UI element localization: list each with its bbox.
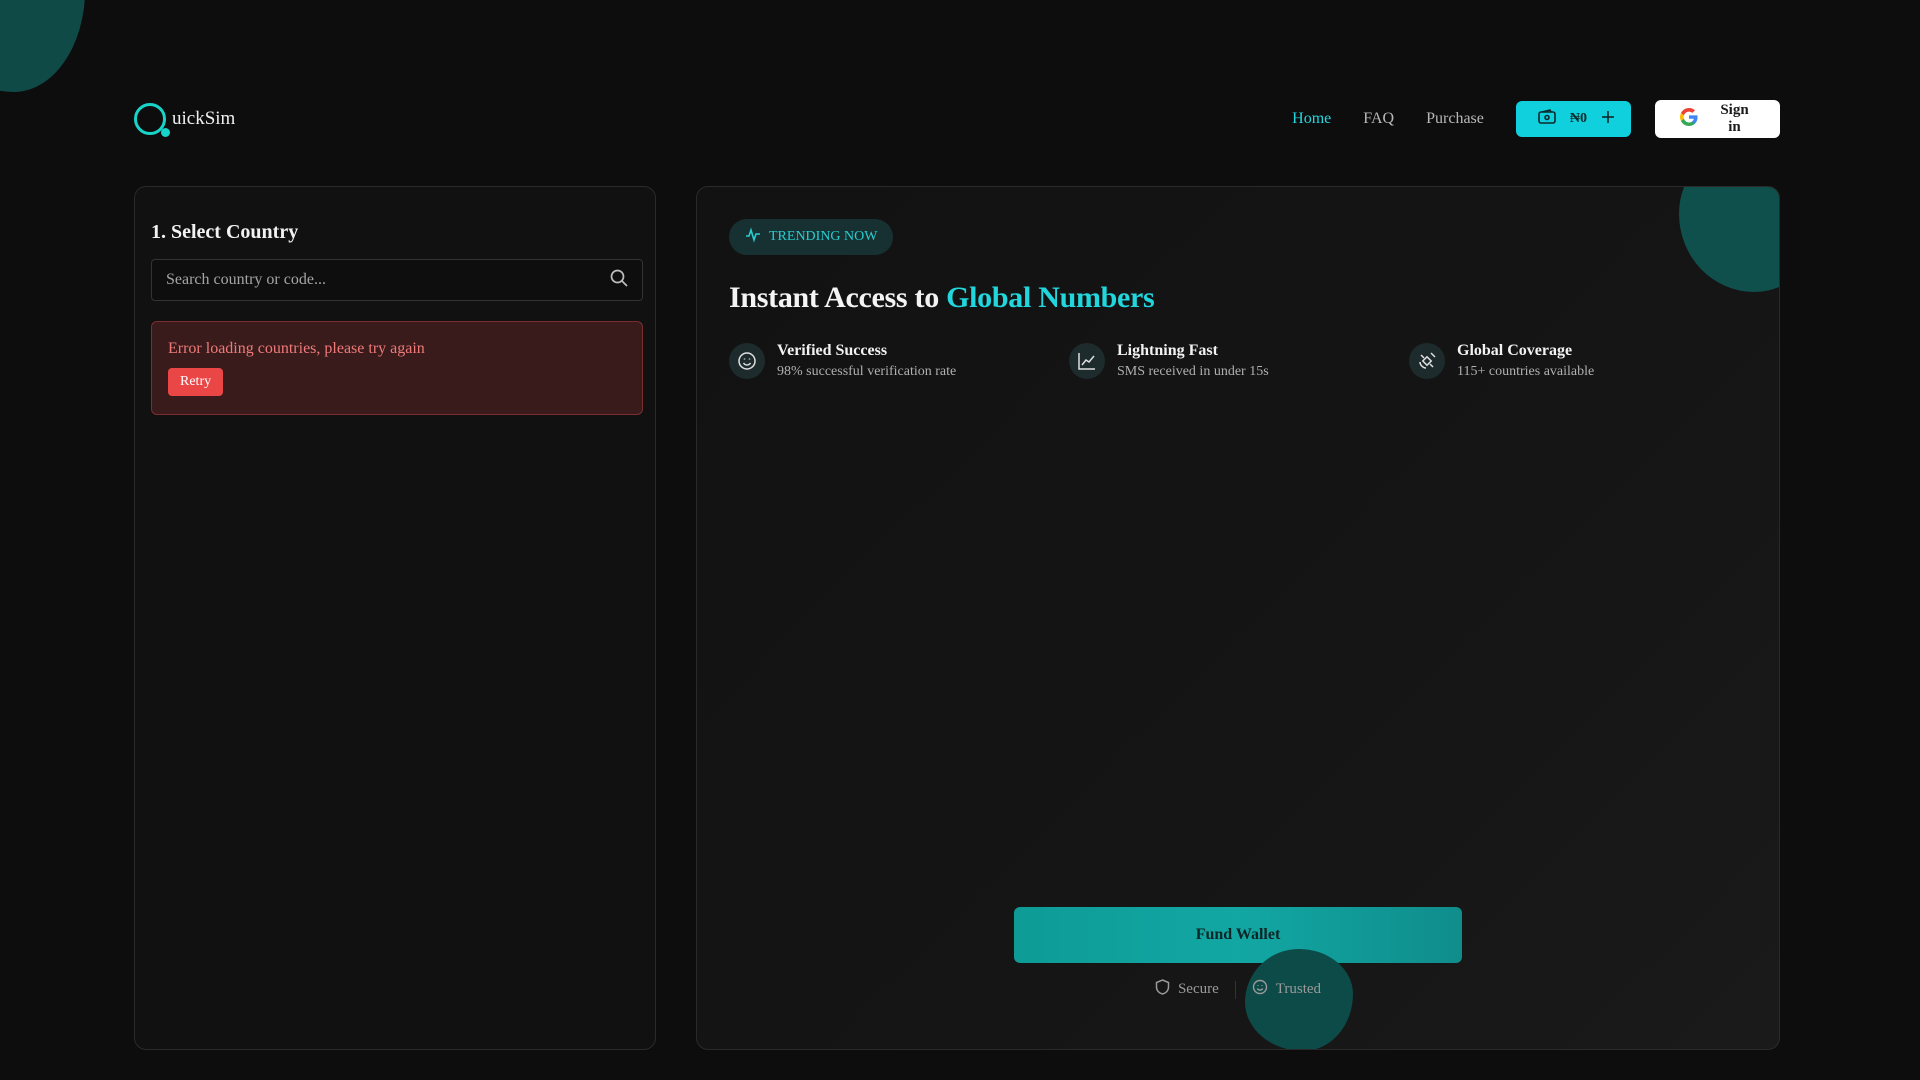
activity-icon xyxy=(745,226,761,248)
headline-accent: Global Numbers xyxy=(946,281,1155,314)
shield-icon xyxy=(1155,979,1170,1000)
nav-home[interactable]: Home xyxy=(1292,110,1331,128)
smile-icon xyxy=(1252,979,1268,1000)
decorative-blob xyxy=(1679,187,1779,292)
section-title: 1. Select Country xyxy=(151,221,299,243)
feature-title: Global Coverage xyxy=(1457,342,1573,359)
headline-prefix: Instant Access to xyxy=(729,281,947,314)
wallet-button[interactable]: ₦0 xyxy=(1515,101,1631,137)
chart-line-icon xyxy=(1069,343,1105,379)
satellite-icon xyxy=(1409,343,1445,379)
feature-desc: 98% successful verification rate xyxy=(777,364,957,379)
page: uickSim Home FAQ Purchase ₦0 Sign in 1. … xyxy=(0,0,1920,1080)
error-message: Error loading countries, please try agai… xyxy=(168,340,425,357)
fund-wallet-button[interactable]: Fund Wallet xyxy=(1014,907,1462,963)
trust-badges: Secure Trusted xyxy=(697,979,1779,1000)
country-search xyxy=(151,259,643,301)
trending-label: TRENDING NOW xyxy=(769,229,878,244)
search-icon[interactable] xyxy=(610,269,628,292)
wallet-icon xyxy=(1538,108,1556,130)
badge-trusted: Trusted xyxy=(1252,979,1321,1000)
decorative-blob xyxy=(0,0,85,92)
error-alert: Error loading countries, please try agai… xyxy=(151,321,643,415)
badge-label: Secure xyxy=(1177,981,1219,997)
country-search-input[interactable] xyxy=(166,271,610,289)
badge-secure: Secure xyxy=(1155,979,1219,1000)
logo-text: uickSim xyxy=(172,108,236,129)
logo[interactable]: uickSim xyxy=(134,101,235,137)
nav-faq[interactable]: FAQ xyxy=(1363,110,1394,128)
trending-badge: TRENDING NOW xyxy=(729,219,894,255)
hero-panel: TRENDING NOW Instant Access to Global Nu… xyxy=(696,186,1780,1050)
retry-button[interactable]: Retry xyxy=(168,368,224,396)
plus-icon xyxy=(1601,110,1615,129)
sign-in-button[interactable]: Sign in xyxy=(1655,100,1780,138)
feature-item: Global Coverage 115+ countries available xyxy=(1409,342,1749,380)
smile-icon xyxy=(729,343,765,379)
feature-list: Verified Success 98% successful verifica… xyxy=(729,342,1749,380)
hero-headline: Instant Access to Global Numbers xyxy=(729,281,1155,315)
google-icon xyxy=(1679,107,1699,132)
wallet-balance: ₦0 xyxy=(1569,111,1587,126)
feature-item: Lightning Fast SMS received in under 15s xyxy=(1069,342,1409,380)
feature-title: Lightning Fast xyxy=(1117,342,1218,359)
feature-title: Verified Success xyxy=(777,342,888,359)
country-panel: 1. Select Country Error loading countrie… xyxy=(134,186,656,1050)
badge-label: Trusted xyxy=(1275,981,1322,997)
logo-icon xyxy=(134,101,170,137)
badge-divider xyxy=(1234,980,1236,999)
feature-desc: SMS received in under 15s xyxy=(1117,364,1269,379)
main-nav: Home FAQ Purchase ₦0 Sign in xyxy=(1292,100,1780,138)
nav-purchase[interactable]: Purchase xyxy=(1426,110,1484,128)
feature-item: Verified Success 98% successful verifica… xyxy=(729,342,1069,380)
header: uickSim Home FAQ Purchase ₦0 Sign in xyxy=(134,100,1780,138)
feature-desc: 115+ countries available xyxy=(1457,364,1595,379)
sign-in-label: Sign in xyxy=(1720,102,1749,135)
